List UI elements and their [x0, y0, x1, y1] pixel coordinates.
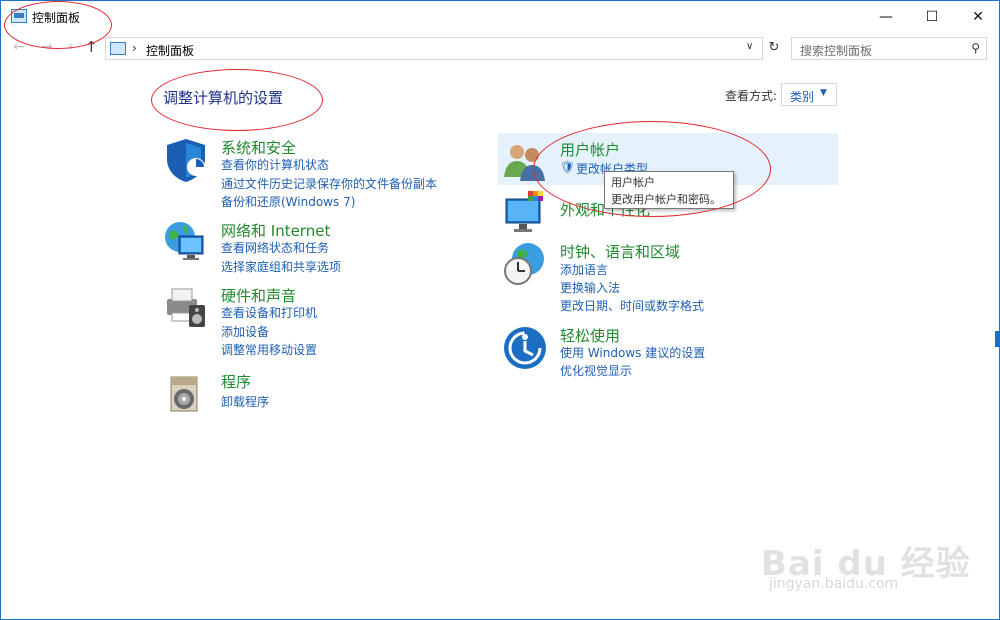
programs-disc-icon — [170, 376, 198, 412]
category-ease-of-access: 轻松使用 使用 Windows 建议的设置 优化视觉显示 — [502, 325, 822, 381]
view-network-status-link[interactable]: 查看网络状态和任务 — [221, 239, 329, 256]
shield-icon — [167, 139, 205, 182]
search-placeholder: 搜索控制面板 — [800, 44, 873, 58]
view-by-value: 类别 — [790, 90, 815, 104]
refresh-button[interactable]: ↻ — [765, 37, 783, 60]
view-by-select[interactable]: 类别 ▼ — [781, 83, 837, 106]
title-bar: 控制面板 — ☐ ✕ — [1, 1, 999, 33]
chevron-down-icon: ▼ — [820, 88, 827, 98]
add-device-link[interactable]: 添加设备 — [221, 323, 269, 340]
uninstall-program-link[interactable]: 卸载程序 — [221, 393, 269, 410]
forward-icon[interactable]: → — [41, 39, 53, 55]
recommended-settings-link[interactable]: 使用 Windows 建议的设置 — [560, 344, 705, 361]
monitor-palette-icon — [505, 191, 543, 232]
globe-network-icon — [165, 222, 204, 260]
control-panel-small-icon — [110, 42, 126, 55]
close-button[interactable]: ✕ — [955, 1, 1000, 33]
category-hardware-sound: 硬件和声音 查看设备和打印机 添加设备 调整常用移动设置 — [163, 285, 463, 360]
change-date-time-format-link[interactable]: 更改日期、时间或数字格式 — [560, 297, 704, 314]
hardware-sound-link[interactable]: 硬件和声音 — [221, 285, 296, 306]
view-by-label: 查看方式: — [725, 89, 778, 103]
tooltip-title: 用户帐户 — [611, 176, 655, 189]
system-security-link[interactable]: 系统和安全 — [221, 137, 296, 158]
category-network-internet: 网络和 Internet 查看网络状态和任务 选择家庭组和共享选项 — [163, 220, 463, 276]
search-input[interactable]: 搜索控制面板 ⚲ — [791, 37, 987, 60]
uac-shield-icon: 🛡 — [560, 160, 576, 174]
resize-edge — [995, 331, 999, 347]
category-clock-language: 时钟、语言和区域 添加语言 更换输入法 更改日期、时间或数字格式 — [502, 241, 822, 316]
add-language-link[interactable]: 添加语言 — [560, 261, 608, 278]
homegroup-sharing-link[interactable]: 选择家庭组和共享选项 — [221, 258, 341, 275]
maximize-button[interactable]: ☐ — [909, 1, 955, 33]
window-title: 控制面板 — [32, 11, 81, 25]
printer-speaker-icon — [167, 288, 205, 327]
devices-printers-link[interactable]: 查看设备和打印机 — [221, 304, 317, 321]
mobility-settings-link[interactable]: 调整常用移动设置 — [221, 341, 317, 358]
recent-locations-icon[interactable]: ∨ — [67, 42, 74, 52]
minimize-button[interactable]: — — [863, 1, 909, 33]
watermark-url: jingyan.baidu.com — [769, 576, 899, 592]
tooltip-description: 更改用户帐户和密码。 — [611, 193, 721, 206]
category-system-security: 系统和安全 查看你的计算机状态 通过文件历史记录保存你的文件备份副本 备份和还原… — [163, 137, 463, 212]
tooltip: 用户帐户 更改用户帐户和密码。 — [604, 171, 734, 209]
up-icon[interactable]: ↑ — [85, 38, 98, 56]
clock-globe-icon — [504, 243, 544, 285]
programs-link[interactable]: 程序 — [221, 371, 251, 392]
search-icon[interactable]: ⚲ — [971, 41, 980, 55]
address-dropdown-icon[interactable]: ∨ — [746, 41, 753, 52]
users-icon — [504, 145, 545, 181]
user-accounts-link[interactable]: 用户帐户 — [560, 139, 620, 160]
baidu-watermark: Bai du 经验 jingyan.baidu.com — [761, 516, 971, 606]
address-bar[interactable]: › 控制面板 ∨ — [105, 37, 763, 60]
breadcrumb-separator-icon[interactable]: › — [132, 41, 137, 55]
change-input-method-link[interactable]: 更换输入法 — [560, 279, 620, 296]
address-row: ← → ∨ ↑ › 控制面板 ∨ ↻ 搜索控制面板 ⚲ — [1, 33, 999, 63]
file-history-link[interactable]: 通过文件历史记录保存你的文件备份副本 — [221, 175, 437, 192]
view-computer-status-link[interactable]: 查看你的计算机状态 — [221, 156, 329, 173]
page-title: 调整计算机的设置 — [163, 89, 284, 107]
ease-of-access-icon — [504, 327, 546, 369]
breadcrumb-control-panel[interactable]: 控制面板 — [146, 42, 194, 59]
back-icon[interactable]: ← — [13, 39, 25, 55]
clock-language-region-link[interactable]: 时钟、语言和区域 — [560, 241, 680, 262]
backup-restore-link[interactable]: 备份和还原(Windows 7) — [221, 193, 355, 210]
category-programs: 程序 卸载程序 — [163, 371, 463, 417]
network-internet-link[interactable]: 网络和 Internet — [221, 220, 330, 241]
control-panel-icon — [11, 9, 27, 23]
ease-of-access-link[interactable]: 轻松使用 — [560, 325, 620, 346]
optimize-visual-display-link[interactable]: 优化视觉显示 — [560, 362, 632, 379]
